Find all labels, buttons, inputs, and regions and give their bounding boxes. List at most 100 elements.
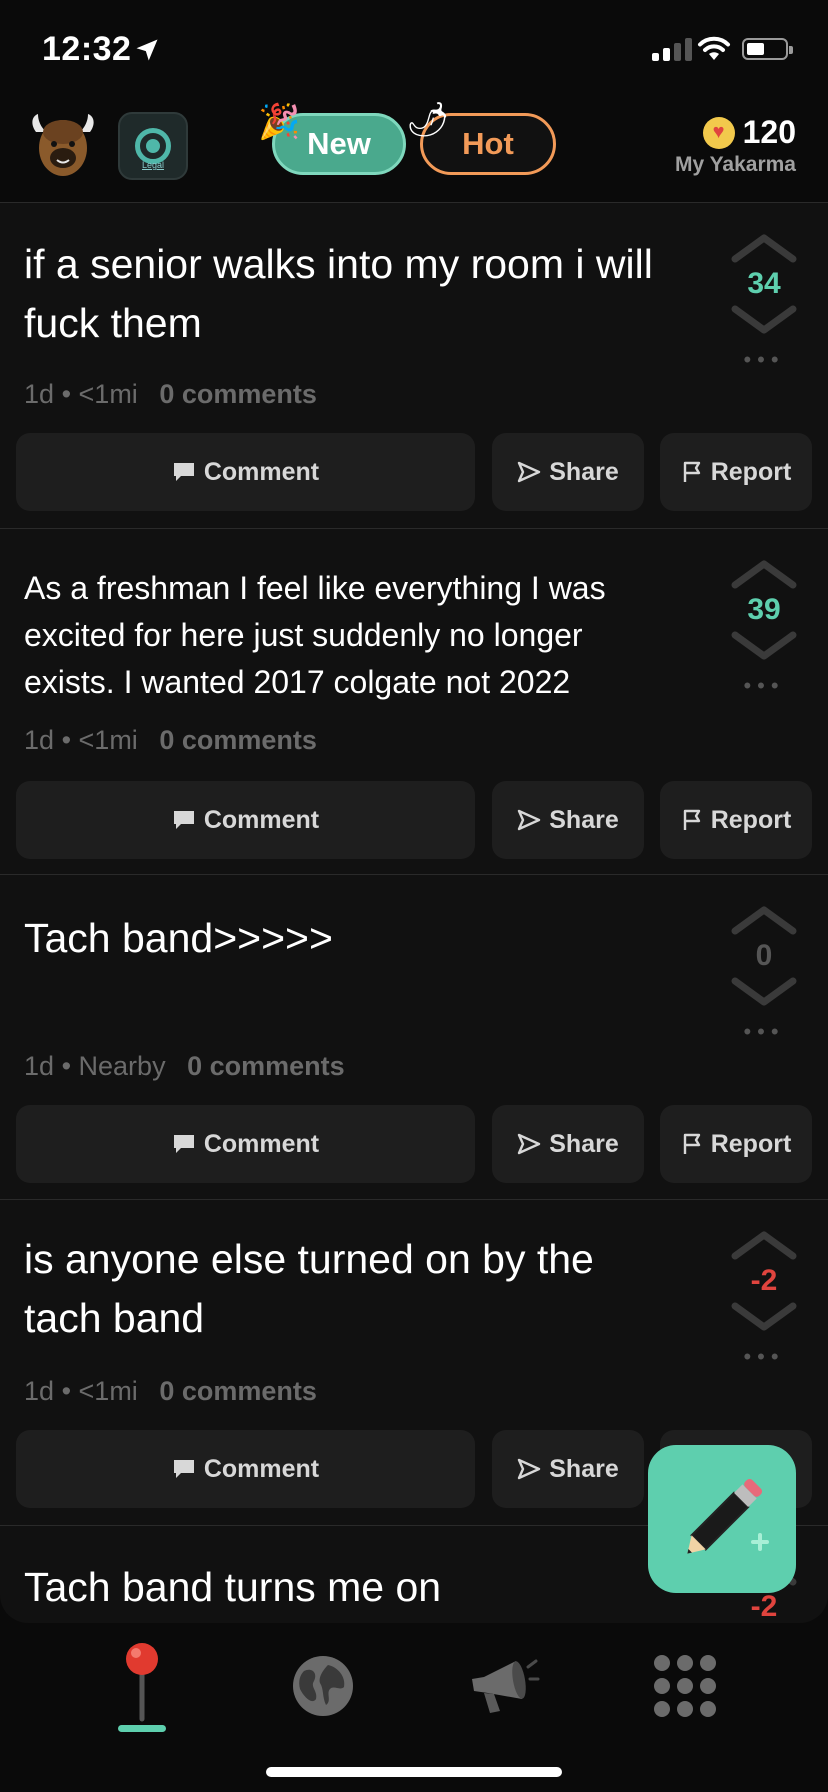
- post-comments-count[interactable]: 0 comments: [187, 1051, 345, 1081]
- cellular-signal-icon: [652, 37, 692, 61]
- share-button[interactable]: Share: [492, 781, 644, 859]
- share-button[interactable]: Share: [492, 1105, 644, 1183]
- meta-separator: •: [61, 379, 72, 409]
- post-meta: 1d • <1mi 0 comments: [24, 1376, 317, 1407]
- post-text: As a freshman I feel like everything I w…: [24, 570, 606, 700]
- report-button[interactable]: Report: [660, 1105, 812, 1183]
- post-time: 1d: [24, 725, 55, 755]
- more-options-icon[interactable]: •••: [728, 1344, 800, 1370]
- share-plane-icon: [518, 1458, 541, 1480]
- vote-widget: 0 •••: [728, 905, 800, 1045]
- post-time: 1d: [24, 1051, 55, 1081]
- post-comments-count[interactable]: 0 comments: [159, 1376, 317, 1406]
- downvote-chevron-icon[interactable]: [731, 977, 797, 1007]
- share-label: Share: [549, 457, 619, 486]
- more-options-icon[interactable]: •••: [728, 673, 800, 699]
- tab-announcements[interactable]: [458, 1641, 548, 1731]
- status-bar: 12:32: [0, 0, 828, 100]
- tab-menu[interactable]: [640, 1641, 730, 1731]
- party-popper-icon: 🎉: [258, 103, 301, 141]
- compose-post-button[interactable]: [648, 1445, 796, 1593]
- upvote-chevron-icon[interactable]: [731, 559, 797, 589]
- vote-score: -2: [750, 1590, 778, 1623]
- flag-icon: [683, 1133, 700, 1154]
- share-plane-icon: [518, 461, 541, 483]
- report-label: Report: [710, 1129, 792, 1158]
- upvote-chevron-icon[interactable]: [731, 1230, 797, 1260]
- post-time: 1d: [24, 1376, 55, 1406]
- megaphone-icon: [472, 1659, 540, 1713]
- post-meta: 1d • <1mi 0 comments: [24, 725, 317, 756]
- upvote-chevron-icon[interactable]: [731, 233, 797, 263]
- vote-score: 0: [755, 939, 773, 972]
- share-button[interactable]: Share: [492, 1430, 644, 1508]
- home-indicator[interactable]: [266, 1767, 562, 1777]
- comment-button[interactable]: Comment: [16, 781, 475, 859]
- more-options-icon[interactable]: •••: [728, 347, 800, 373]
- post-distance: Nearby: [78, 1051, 166, 1081]
- yakarma-widget[interactable]: ♥ 120 My Yakarma: [675, 114, 796, 177]
- post-feed[interactable]: if a senior walks into my room i will fu…: [0, 203, 828, 1623]
- share-plane-icon: [518, 1133, 541, 1155]
- vote-score: 34: [747, 267, 781, 300]
- wifi-icon: [698, 36, 730, 60]
- post-time: 1d: [24, 379, 55, 409]
- comment-button[interactable]: Comment: [16, 433, 475, 511]
- comment-label: Comment: [203, 1129, 320, 1158]
- report-label: Report: [710, 805, 792, 834]
- downvote-chevron-icon[interactable]: [731, 631, 797, 661]
- post-distance: <1mi: [78, 379, 138, 409]
- meta-separator: •: [61, 725, 72, 755]
- post-card: As a freshman I feel like everything I w…: [0, 529, 828, 875]
- share-button[interactable]: Share: [492, 433, 644, 511]
- more-options-icon[interactable]: •••: [728, 1019, 800, 1045]
- bottom-tab-bar: [0, 1623, 828, 1792]
- map-pin-icon: [126, 1643, 158, 1722]
- post-comments-count[interactable]: 0 comments: [159, 379, 317, 409]
- tab-new-label: New: [307, 126, 371, 161]
- active-tab-indicator: [118, 1725, 166, 1732]
- downvote-chevron-icon[interactable]: [731, 305, 797, 335]
- flag-icon: [683, 461, 700, 482]
- flag-icon: [683, 809, 700, 830]
- yakarma-label: My Yakarma: [674, 153, 796, 176]
- post-text: is anyone else turned on by the tach ban…: [24, 1236, 594, 1341]
- legal-button[interactable]: Legal: [118, 112, 188, 180]
- vote-widget: 39 •••: [728, 559, 800, 699]
- share-label: Share: [549, 1129, 619, 1158]
- comment-label: Comment: [203, 805, 320, 834]
- feed-header: Legal New 🎉 Hot 🌶 ♥ 120 My Yakarma: [0, 100, 828, 203]
- yak-avatar-icon[interactable]: [28, 110, 98, 180]
- post-comments-count[interactable]: 0 comments: [159, 725, 317, 755]
- share-label: Share: [549, 805, 619, 834]
- comment-button[interactable]: Comment: [16, 1430, 475, 1508]
- vote-widget: -2 •••: [728, 1230, 800, 1370]
- post-card: Tach band>>>>> 1d • Nearby 0 comments 0 …: [0, 875, 828, 1200]
- comment-label: Comment: [203, 1454, 320, 1483]
- post-meta: 1d • <1mi 0 comments: [24, 379, 317, 410]
- post-card: if a senior walks into my room i will fu…: [0, 203, 828, 529]
- yakarma-value: 120: [742, 114, 796, 150]
- post-text: Tach band>>>>>: [24, 915, 333, 961]
- upvote-chevron-icon[interactable]: [731, 905, 797, 935]
- downvote-chevron-icon[interactable]: [731, 1302, 797, 1332]
- post-meta: 1d • Nearby 0 comments: [24, 1051, 345, 1082]
- comment-label: Comment: [203, 457, 320, 486]
- tab-nearby[interactable]: [97, 1641, 187, 1731]
- comment-button[interactable]: Comment: [16, 1105, 475, 1183]
- meta-separator: •: [61, 1376, 72, 1406]
- vote-score: -2: [750, 1264, 778, 1297]
- status-time: 12:32: [42, 30, 132, 68]
- share-label: Share: [549, 1454, 619, 1483]
- report-button[interactable]: Report: [660, 781, 812, 859]
- pencil-plus-icon: [687, 1478, 769, 1554]
- post-distance: <1mi: [78, 725, 138, 755]
- meta-separator: •: [61, 1051, 72, 1081]
- report-button[interactable]: Report: [660, 433, 812, 511]
- report-label: Report: [710, 457, 792, 486]
- tab-global[interactable]: [278, 1641, 368, 1731]
- comment-bubble-icon: [173, 1460, 194, 1478]
- vote-score: 39: [747, 593, 781, 626]
- heart-coin-icon: ♥: [702, 116, 735, 149]
- post-distance: <1mi: [78, 1376, 138, 1406]
